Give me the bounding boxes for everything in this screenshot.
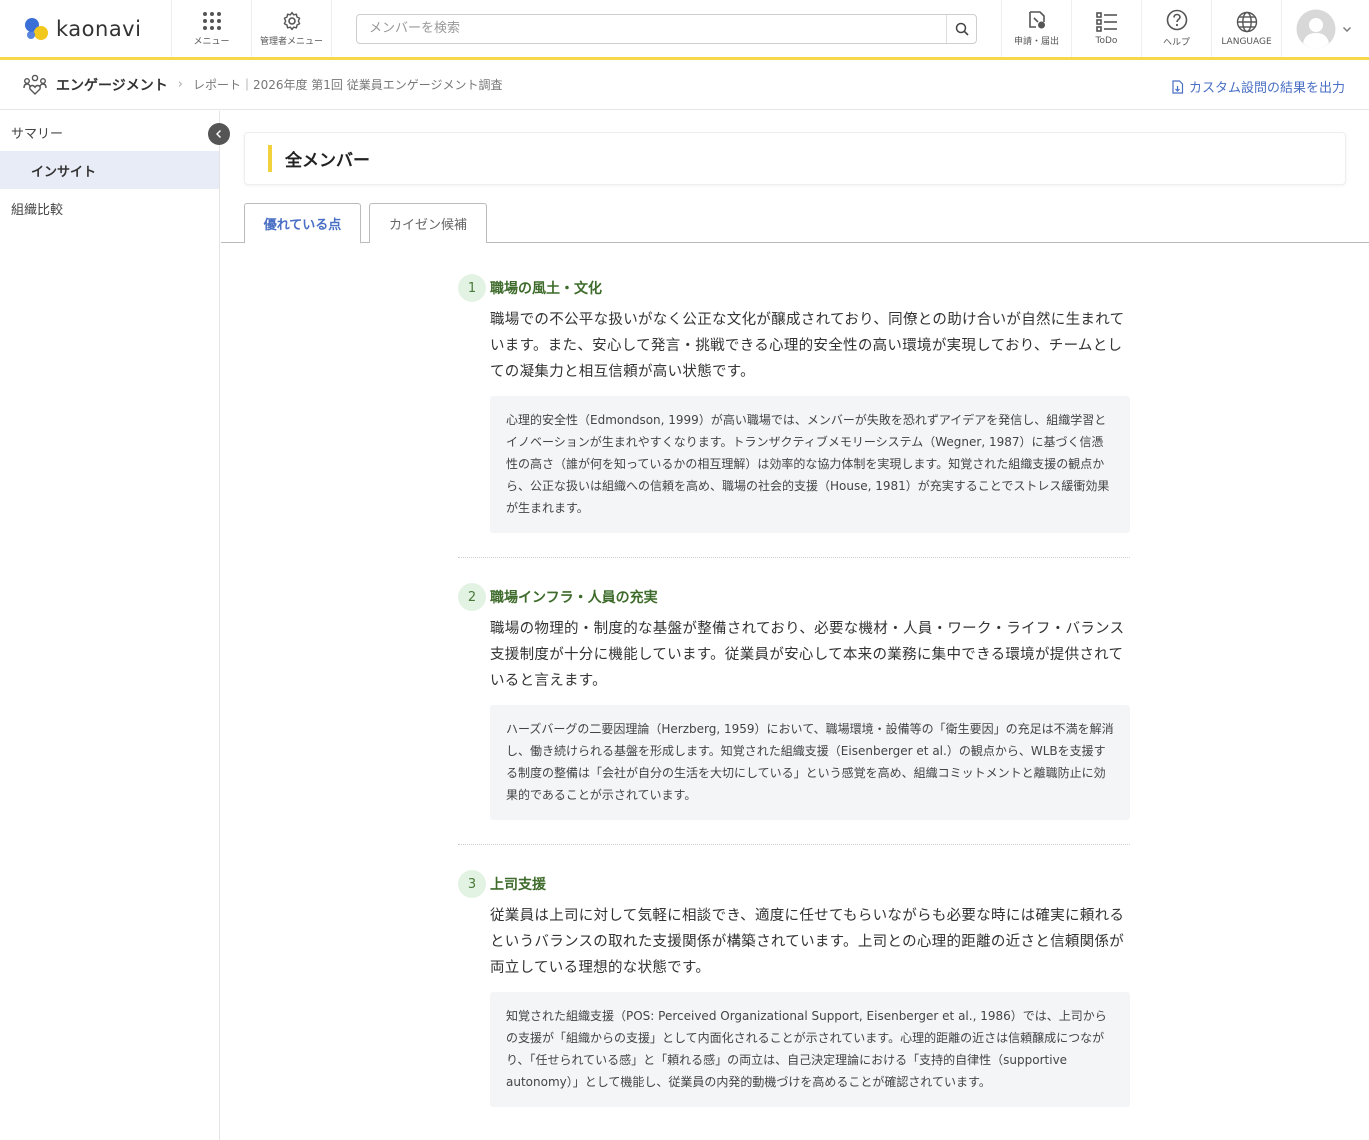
insight-section: 1 職場の風土・文化 職場での不公平な扱いがなく公正な文化が醸成されており、同僚… (458, 274, 1130, 533)
tab-strengths[interactable]: 優れている点 (244, 203, 361, 244)
section-header: 1 職場の風土・文化 (458, 274, 1130, 302)
help-button[interactable]: ヘルプ (1141, 0, 1211, 57)
header-right-buttons: 申請・届出 ToDo ヘルプ LANGUAGE (1001, 0, 1365, 57)
export-custom-results-link[interactable]: カスタム設問の結果を出力 (1171, 77, 1345, 96)
tab-label: カイゼン候補 (388, 218, 467, 233)
sidebar-item-label: 組織比較 (11, 202, 64, 218)
section-number-badge: 3 (458, 870, 486, 898)
search-button[interactable] (946, 14, 976, 43)
menu-label: メニュー (193, 36, 230, 47)
chevron-down-icon (1342, 26, 1351, 32)
section-divider (458, 844, 1130, 845)
section-evidence-note: 心理的安全性（Edmondson, 1999）が高い職場では、メンバーが失敗を恐… (490, 396, 1130, 533)
sidebar-item-insight[interactable]: インサイト (0, 151, 219, 189)
language-label: LANGUAGE (1221, 36, 1272, 47)
apply-button[interactable]: 申請・届出 (1001, 0, 1071, 57)
apply-label: 申請・届出 (1013, 37, 1059, 47)
section-header: 2 職場インフラ・人員の充実 (458, 583, 1130, 611)
insight-list: 1 職場の風土・文化 職場での不公平な扱いがなく公正な文化が醸成されており、同僚… (458, 274, 1130, 1107)
sidebar: サマリー インサイト 組織比較 (0, 111, 230, 1140)
sidebar-item-summary[interactable]: サマリー (0, 113, 219, 151)
sidebar-item-label: インサイト (31, 164, 97, 180)
breadcrumb: レポート｜2026年度 第1回 従業員エンゲージメント調査 (192, 78, 503, 92)
app-name[interactable]: エンゲージメント (56, 75, 168, 95)
section-number-badge: 2 (458, 583, 486, 611)
todo-label: ToDo (1095, 35, 1118, 46)
avatar-icon (1296, 9, 1335, 48)
section-evidence-note: 知覚された組織支援（POS: Perceived Organizational … (490, 992, 1130, 1107)
section-title: 職場の風土・文化 (490, 281, 602, 297)
section-header: 3 上司支援 (458, 870, 1130, 898)
export-file-icon (1172, 79, 1184, 94)
section-body: 職場での不公平な扱いがなく公正な文化が醸成されており、同僚との助け合いが自然に生… (490, 312, 1125, 380)
sidebar-item-label: サマリー (11, 126, 64, 142)
export-label: カスタム設問の結果を出力 (1188, 81, 1345, 96)
todo-list-icon (1095, 11, 1117, 32)
apply-form-icon (1028, 11, 1045, 29)
chevron-left-icon (216, 130, 221, 138)
section-evidence-note: ハーズバーグの二要因理論（Herzberg, 1959）において、職場環境・設備… (490, 705, 1130, 820)
search-icon (955, 22, 969, 36)
tab-label: 優れている点 (263, 217, 342, 233)
sidebar-collapse-button[interactable] (208, 123, 230, 145)
logo[interactable]: kaonavi (0, 0, 172, 57)
admin-menu-button[interactable]: 管理者メニュー (252, 0, 332, 57)
title-accent-bar (268, 145, 272, 172)
menu-button[interactable]: メニュー (172, 0, 252, 57)
grid-icon (202, 11, 221, 30)
tab-improvement-candidates[interactable]: カイゼン候補 (369, 203, 487, 243)
tab-bar: 優れている点 カイゼン候補 (221, 203, 1369, 244)
section-body: 職場の物理的・制度的な基盤が整備されており、必要な機材・人員・ワーク・ライフ・バ… (490, 621, 1125, 689)
page-title-card: 全メンバー (244, 132, 1346, 185)
kaonavi-logo-icon (25, 17, 48, 40)
section-title: 職場インフラ・人員の充実 (490, 590, 658, 606)
member-search-input[interactable] (357, 14, 946, 43)
engagement-app-icon (23, 74, 47, 95)
logo-text: kaonavi (56, 16, 142, 41)
section-divider (458, 557, 1130, 558)
section-number-badge: 1 (458, 274, 486, 302)
user-menu[interactable] (1281, 0, 1365, 57)
language-button[interactable]: LANGUAGE (1211, 0, 1281, 57)
insight-section: 3 上司支援 従業員は上司に対して気軽に相談でき、適度に任せてもらいながらも必要… (458, 870, 1130, 1107)
help-label: ヘルプ (1162, 38, 1190, 48)
insight-section: 2 職場インフラ・人員の充実 職場の物理的・制度的な基盤が整備されており、必要な… (458, 583, 1130, 820)
sidebar-item-org-compare[interactable]: 組織比較 (0, 189, 219, 227)
globe-icon (1236, 11, 1257, 32)
main-content: 全メンバー 優れている点 カイゼン候補 1 職場の風土・文化 職場での不公平な扱… (221, 111, 1369, 1140)
top-header: kaonavi メニュー 管理者メニュー メンバーを検索 申請・届出 ToDo … (0, 0, 1369, 60)
page-title: 全メンバー (285, 151, 370, 171)
section-body: 従業員は上司に対して気軽に相談でき、適度に任せてもらいながらも必要な時には確実に… (490, 908, 1125, 976)
breadcrumb-chevron-icon: › (177, 77, 183, 92)
gear-icon (283, 11, 300, 30)
admin-menu-label: 管理者メニュー (259, 36, 323, 47)
member-search (356, 13, 977, 44)
todo-button[interactable]: ToDo (1071, 0, 1141, 57)
sub-header: エンゲージメント › レポート｜2026年度 第1回 従業員エンゲージメント調査… (0, 60, 1369, 110)
help-icon (1166, 9, 1187, 31)
section-title: 上司支援 (490, 877, 546, 893)
